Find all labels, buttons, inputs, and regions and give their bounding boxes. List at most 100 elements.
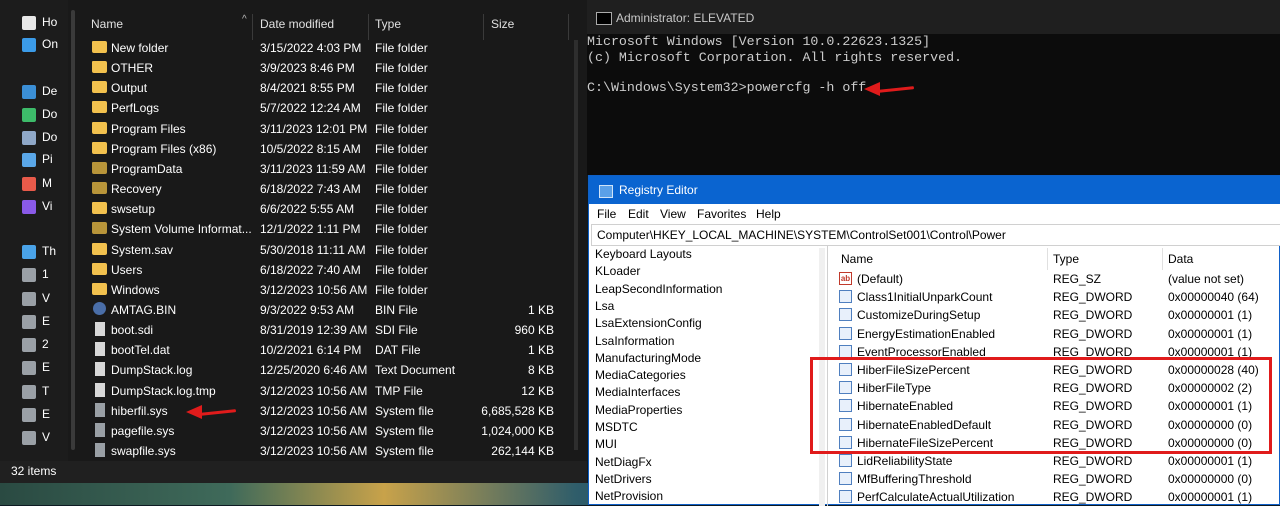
navigation-scrollbar[interactable] [71, 10, 75, 450]
registry-value-row[interactable]: ab (Default) REG_SZ (value not set) [831, 270, 1280, 288]
file-row[interactable]: bootTel.dat 10/2/2021 6:14 PM DAT File 1 KB [78, 340, 568, 360]
nav-item[interactable]: E [22, 360, 68, 380]
registry-value-row[interactable]: MfBufferingThreshold REG_DWORD 0x00000000 … [831, 470, 1280, 488]
tree-key[interactable]: ManufacturingMode [595, 351, 701, 365]
nav-item[interactable]: E [22, 314, 68, 334]
column-divider[interactable] [252, 14, 253, 40]
nav-item[interactable]: Do [22, 107, 68, 127]
tree-key[interactable]: Lsa [595, 299, 614, 313]
tree-key[interactable]: Keyboard Layouts [595, 247, 692, 261]
address-path[interactable]: Computer\HKEY_LOCAL_MACHINE\SYSTEM\Contr… [597, 228, 1006, 242]
file-row[interactable]: swsetup 6/6/2022 5:55 AM File folder [78, 199, 568, 219]
nav-item-label: Pi [42, 152, 53, 166]
registry-value-row[interactable]: LidReliabilityState REG_DWORD 0x00000001 (… [831, 452, 1280, 470]
column-size-header[interactable]: Size [491, 17, 514, 31]
registry-value-row[interactable]: EnergyEstimationEnabled REG_DWORD 0x000000… [831, 325, 1280, 343]
column-divider[interactable] [1162, 248, 1163, 270]
value-name: LidReliabilityState [857, 454, 953, 468]
menu-favorites[interactable]: Favorites [697, 207, 746, 221]
cmd-command-line[interactable]: C:\Windows\System32>powercfg -h off [587, 80, 866, 95]
tree-key[interactable]: MediaCategories [595, 368, 686, 382]
file-row[interactable]: Output 8/4/2021 8:55 PM File folder [78, 78, 568, 98]
column-divider[interactable] [368, 14, 369, 40]
file-row[interactable]: swapfile.sys 3/12/2023 10:56 AM System fil… [78, 441, 568, 461]
file-type: File folder [375, 141, 428, 156]
nav-item[interactable]: On [22, 37, 68, 57]
file-row[interactable]: Program Files (x86) 10/5/2022 8:15 AM File… [78, 139, 568, 159]
menu-edit[interactable]: Edit [628, 207, 649, 221]
file-row[interactable]: ProgramData 3/11/2023 11:59 AM File folder [78, 159, 568, 179]
file-row[interactable]: pagefile.sys 3/12/2023 10:56 AM System fil… [78, 421, 568, 441]
system-file-icon [95, 402, 105, 417]
address-bar[interactable]: Computer\HKEY_LOCAL_MACHINE\SYSTEM\Contr… [591, 224, 1280, 246]
file-row[interactable]: Windows 3/12/2023 10:56 AM File folder [78, 280, 568, 300]
file-date: 3/11/2023 11:59 AM [260, 161, 366, 176]
values-name-header[interactable]: Name [841, 252, 873, 266]
file-name: OTHER [111, 61, 153, 76]
file-row[interactable]: Program Files 3/11/2023 12:01 PM File fold… [78, 119, 568, 139]
nav-item[interactable]: 2 [22, 337, 68, 357]
file-list-scrollbar[interactable] [574, 40, 578, 450]
nav-item[interactable]: Vi [22, 199, 68, 219]
file-size: 1,024,000 KB [481, 423, 554, 438]
column-divider[interactable] [483, 14, 484, 40]
nav-item[interactable]: V [22, 430, 68, 450]
nav-item[interactable]: Do [22, 130, 68, 150]
registry-value-row[interactable]: PerfCalculateActualUtilization REG_DWORD 0… [831, 488, 1280, 506]
tree-key[interactable]: LeapSecondInformation [595, 282, 722, 296]
registry-value-row[interactable]: CustomizeDuringSetup REG_DWORD 0x00000001 … [831, 306, 1280, 324]
column-divider[interactable] [1047, 248, 1048, 270]
tree-key[interactable]: NetProvision [595, 489, 663, 503]
nav-item[interactable]: Th [22, 244, 68, 264]
nav-item[interactable]: V [22, 291, 68, 311]
menu-file[interactable]: File [597, 207, 616, 221]
tree-key[interactable]: MSDTC [595, 420, 638, 434]
values-data-header[interactable]: Data [1168, 252, 1193, 266]
tree-key[interactable]: KLoader [595, 264, 640, 278]
nav-item[interactable]: Ho [22, 15, 68, 35]
nav-item[interactable]: M [22, 176, 68, 196]
file-row[interactable]: PerfLogs 5/7/2022 12:24 AM File folder [78, 98, 568, 118]
file-row[interactable]: Users 6/18/2022 7:40 AM File folder [78, 260, 568, 280]
tree-key[interactable]: LsaInformation [595, 334, 674, 348]
tree-key[interactable]: NetDiagFx [595, 455, 652, 469]
file-date: 10/5/2022 8:15 AM [260, 141, 361, 156]
registry-value-row[interactable]: Class1InitialUnparkCount REG_DWORD 0x00000… [831, 288, 1280, 306]
file-row[interactable]: hiberfil.sys 3/12/2023 10:56 AM System fil… [78, 401, 568, 421]
column-divider[interactable] [568, 14, 569, 40]
tree-key[interactable]: MediaProperties [595, 403, 682, 417]
file-type: File folder [375, 222, 428, 237]
value-data: 0x00000040 (64) [1168, 290, 1259, 305]
file-row[interactable]: boot.sdi 8/31/2019 12:39 AM SDI File 960 KB [78, 320, 568, 340]
file-row[interactable]: OTHER 3/9/2023 8:46 PM File folder [78, 58, 568, 78]
values-type-header[interactable]: Type [1053, 252, 1079, 266]
file-row[interactable]: System Volume Informat... 12/1/2022 1:11 … [78, 219, 568, 239]
nav-item[interactable]: E [22, 407, 68, 427]
column-name-header[interactable]: Name [91, 17, 123, 31]
file-row[interactable]: System.sav 5/30/2018 11:11 AM File folder [78, 240, 568, 260]
nav-item[interactable]: T [22, 384, 68, 404]
file-name: Recovery [111, 182, 162, 197]
file-row[interactable]: DumpStack.log 12/25/2020 6:46 AM Text Docu… [78, 360, 568, 380]
file-row[interactable]: New folder 3/15/2022 4:03 PM File folder [78, 38, 568, 58]
drive-icon [22, 291, 36, 306]
videos-icon [22, 199, 36, 214]
file-row[interactable]: DumpStack.log.tmp 3/12/2023 10:56 AM TMP F… [78, 381, 568, 401]
file-explorer-window: Name ^ Date modified Type Size 32 items … [0, 0, 587, 483]
nav-item[interactable]: Pi [22, 152, 68, 172]
folder-icon [92, 41, 107, 53]
registry-editor-window: Registry Editor File Edit View Favorites… [588, 175, 1280, 506]
tree-key[interactable]: LsaExtensionConfig [595, 316, 702, 330]
tree-key[interactable]: MediaInterfaces [595, 385, 680, 399]
value-name: PerfCalculateActualUtilization [857, 490, 1015, 505]
menu-help[interactable]: Help [756, 207, 781, 221]
tree-key[interactable]: NetDrivers [595, 472, 652, 486]
column-date-header[interactable]: Date modified [260, 17, 334, 31]
tree-key[interactable]: MUI [595, 437, 617, 451]
menu-view[interactable]: View [660, 207, 686, 221]
nav-item[interactable]: De [22, 84, 68, 104]
file-row[interactable]: Recovery 6/18/2022 7:43 AM File folder [78, 179, 568, 199]
nav-item[interactable]: 1 [22, 267, 68, 287]
column-type-header[interactable]: Type [375, 17, 401, 31]
file-row[interactable]: AMTAG.BIN 9/3/2022 9:53 AM BIN File 1 KB [78, 300, 568, 320]
